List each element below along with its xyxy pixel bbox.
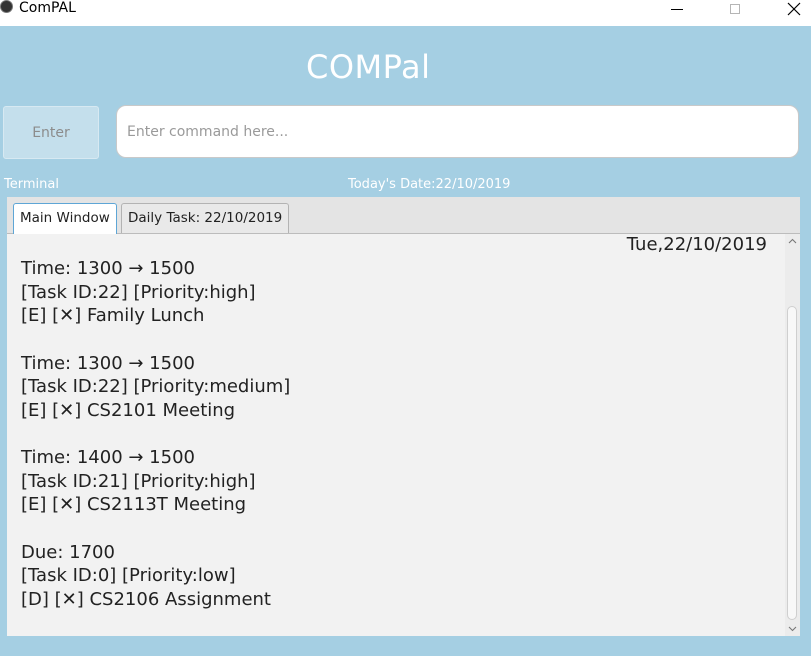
today-date-label: Today's Date:22/10/2019 [348, 177, 511, 192]
close-icon [787, 2, 801, 16]
close-button[interactable] [771, 0, 811, 18]
app-icon [0, 0, 13, 13]
enter-button[interactable]: Enter [3, 106, 99, 159]
task-item: Time: 1300 → 1500 [Task ID:22] [Priority… [21, 257, 290, 328]
task-meta: [Task ID:22] [Priority:high] [21, 281, 256, 303]
terminal-label: Terminal [4, 177, 59, 192]
title-bar: ComPAL [0, 0, 811, 26]
task-item: Due: 1700 [Task ID:0] [Priority:low] [D]… [21, 541, 290, 612]
tab-daily-task[interactable]: Daily Task: 22/10/2019 [121, 203, 290, 233]
maximize-icon [730, 4, 740, 14]
scroll-up-button[interactable] [785, 234, 800, 248]
bottom-band [0, 636, 811, 656]
task-time: Due: 1700 [21, 541, 115, 563]
minimize-button[interactable] [654, 0, 700, 18]
scroll-up-icon [788, 238, 797, 244]
minimize-icon [671, 8, 683, 10]
vertical-scrollbar[interactable] [785, 234, 800, 636]
task-item: Time: 1300 → 1500 [Task ID:22] [Priority… [21, 352, 290, 423]
task-description: [D] [✕] CS2106 Assignment [21, 588, 271, 610]
task-meta: [Task ID:0] [Priority:low] [21, 565, 236, 586]
tab-main-window[interactable]: Main Window [13, 203, 117, 234]
task-description: [E] [✕] CS2101 Meeting [21, 399, 236, 421]
window-title: ComPAL [19, 0, 76, 16]
task-description: [E] [✕] CS2113T Meeting [21, 494, 247, 515]
task-time: Time: 1300 → 1500 [21, 258, 195, 279]
task-meta: [Task ID:21] [Priority:high] [21, 470, 256, 492]
task-item: Time: 1400 → 1500 [Task ID:21] [Priority… [21, 446, 290, 517]
tab-header: Main Window Daily Task: 22/10/2019 [7, 197, 800, 234]
task-meta: [Task ID:22] [Priority:medium] [21, 376, 291, 397]
task-time: Time: 1400 → 1500 [21, 447, 195, 468]
app-heading: COMPal [306, 48, 431, 86]
main-window-content: Tue,22/10/2019 Time: 1300 → 1500 [Task I… [7, 234, 800, 636]
task-description: [E] [✕] Family Lunch [21, 305, 205, 326]
task-list: Time: 1300 → 1500 [Task ID:22] [Priority… [21, 257, 290, 635]
scroll-thumb[interactable] [787, 306, 797, 620]
task-time: Time: 1300 → 1500 [21, 352, 195, 374]
command-input[interactable] [116, 105, 799, 158]
maximize-button[interactable] [712, 0, 758, 18]
scroll-down-icon [788, 626, 797, 632]
day-date-label: Tue,22/10/2019 [626, 234, 767, 255]
scroll-down-button[interactable] [785, 622, 800, 636]
